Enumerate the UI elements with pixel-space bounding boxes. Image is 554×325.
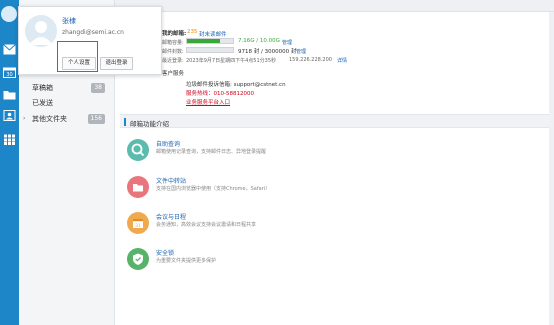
mail-icon[interactable]: [3, 44, 16, 55]
feature-desc: 邮箱使用记录查询，支持邮件日志、异地登录提醒: [156, 149, 267, 155]
count-manage-link[interactable]: 管理: [296, 48, 306, 55]
calendar-icon[interactable]: 30: [3, 67, 16, 78]
folder-count-badge: 156: [87, 114, 105, 124]
folder-label: 其他文件夹: [32, 115, 67, 123]
folder-sent[interactable]: 已发送: [19, 95, 115, 111]
folder-count-badge: 38: [91, 83, 105, 93]
feature-desc: 会务通知，高效会议支持会议邀请和日程共享: [156, 222, 257, 228]
folder-icon[interactable]: [3, 89, 16, 100]
folder-others[interactable]: › 其他文件夹 156: [19, 111, 115, 127]
feature-desc: 为重要文件夹提供更多保护: [156, 258, 217, 264]
feature-title[interactable]: 文件中转站: [156, 176, 186, 185]
vertical-scrollbar[interactable]: [549, 12, 554, 325]
support-email: 垃圾邮件投诉信箱: support@cstnet.cn: [186, 82, 286, 88]
count-value: 9718 封 / 3000000 封: [238, 49, 297, 55]
feature-title[interactable]: 会议与日程: [156, 212, 186, 221]
user-email: zhangdi@semi.ac.cn: [62, 29, 124, 36]
features-section-header: 邮箱功能介绍: [120, 114, 554, 128]
support-hotline: 服务热线：010-58812000: [186, 91, 254, 97]
feature-title[interactable]: 安全锁: [156, 248, 174, 257]
folder-drafts[interactable]: 草稿箱 38: [19, 80, 115, 96]
calendar-icon[interactable]: 31: [127, 212, 149, 234]
capacity-manage-link[interactable]: 管理: [282, 39, 292, 46]
feature-title[interactable]: 自助查询: [156, 139, 180, 148]
contacts-icon[interactable]: [3, 110, 16, 121]
svg-text:31: 31: [135, 223, 141, 229]
support-title: 客户服务: [162, 71, 185, 77]
logout-button[interactable]: 退出登录: [100, 57, 133, 70]
login-label: 最近登录:: [162, 58, 184, 64]
count-label: 邮件封数:: [162, 49, 184, 55]
capacity-progress-bar: [186, 38, 234, 44]
login-value: 2023年9月7日星期四下午4点51分35秒: [186, 58, 276, 64]
highlight-box: [57, 41, 98, 72]
capacity-progress-fill: [187, 39, 220, 43]
chevron-right-icon[interactable]: ›: [23, 111, 25, 127]
features-section-title: 邮箱功能介绍: [130, 120, 169, 128]
apps-grid-icon[interactable]: [3, 134, 16, 145]
user-avatar-icon[interactable]: [1, 6, 17, 22]
top-header-bar: [115, 0, 554, 12]
shield-icon[interactable]: [127, 248, 149, 270]
section-marker: [124, 118, 126, 126]
mailbox-title: 我的邮箱:: [162, 31, 187, 37]
count-progress-bar: [186, 47, 234, 53]
capacity-value: 7.16G / 10.00G: [238, 38, 280, 44]
user-name: 张棣: [62, 17, 76, 25]
unread-link[interactable]: 封未读邮件: [199, 30, 227, 38]
unread-count: 235: [187, 29, 198, 35]
capacity-label: 邮箱容量:: [162, 40, 184, 46]
support-platform-link[interactable]: 业务服务平台入口: [186, 98, 230, 106]
feature-desc: 支持在国内浏览器中使用（支持Chrome，Safari）: [156, 186, 271, 192]
file-transfer-icon[interactable]: [127, 176, 149, 198]
avatar-icon: [25, 15, 57, 47]
folder-label: 已发送: [32, 99, 53, 107]
app-sidebar: 30: [0, 0, 19, 325]
search-icon[interactable]: [127, 139, 149, 161]
login-ip: 159.226.228.200: [289, 57, 332, 63]
login-detail-link[interactable]: 详情: [337, 57, 347, 64]
folder-label: 草稿箱: [32, 84, 53, 92]
svg-text:30: 30: [6, 72, 12, 78]
